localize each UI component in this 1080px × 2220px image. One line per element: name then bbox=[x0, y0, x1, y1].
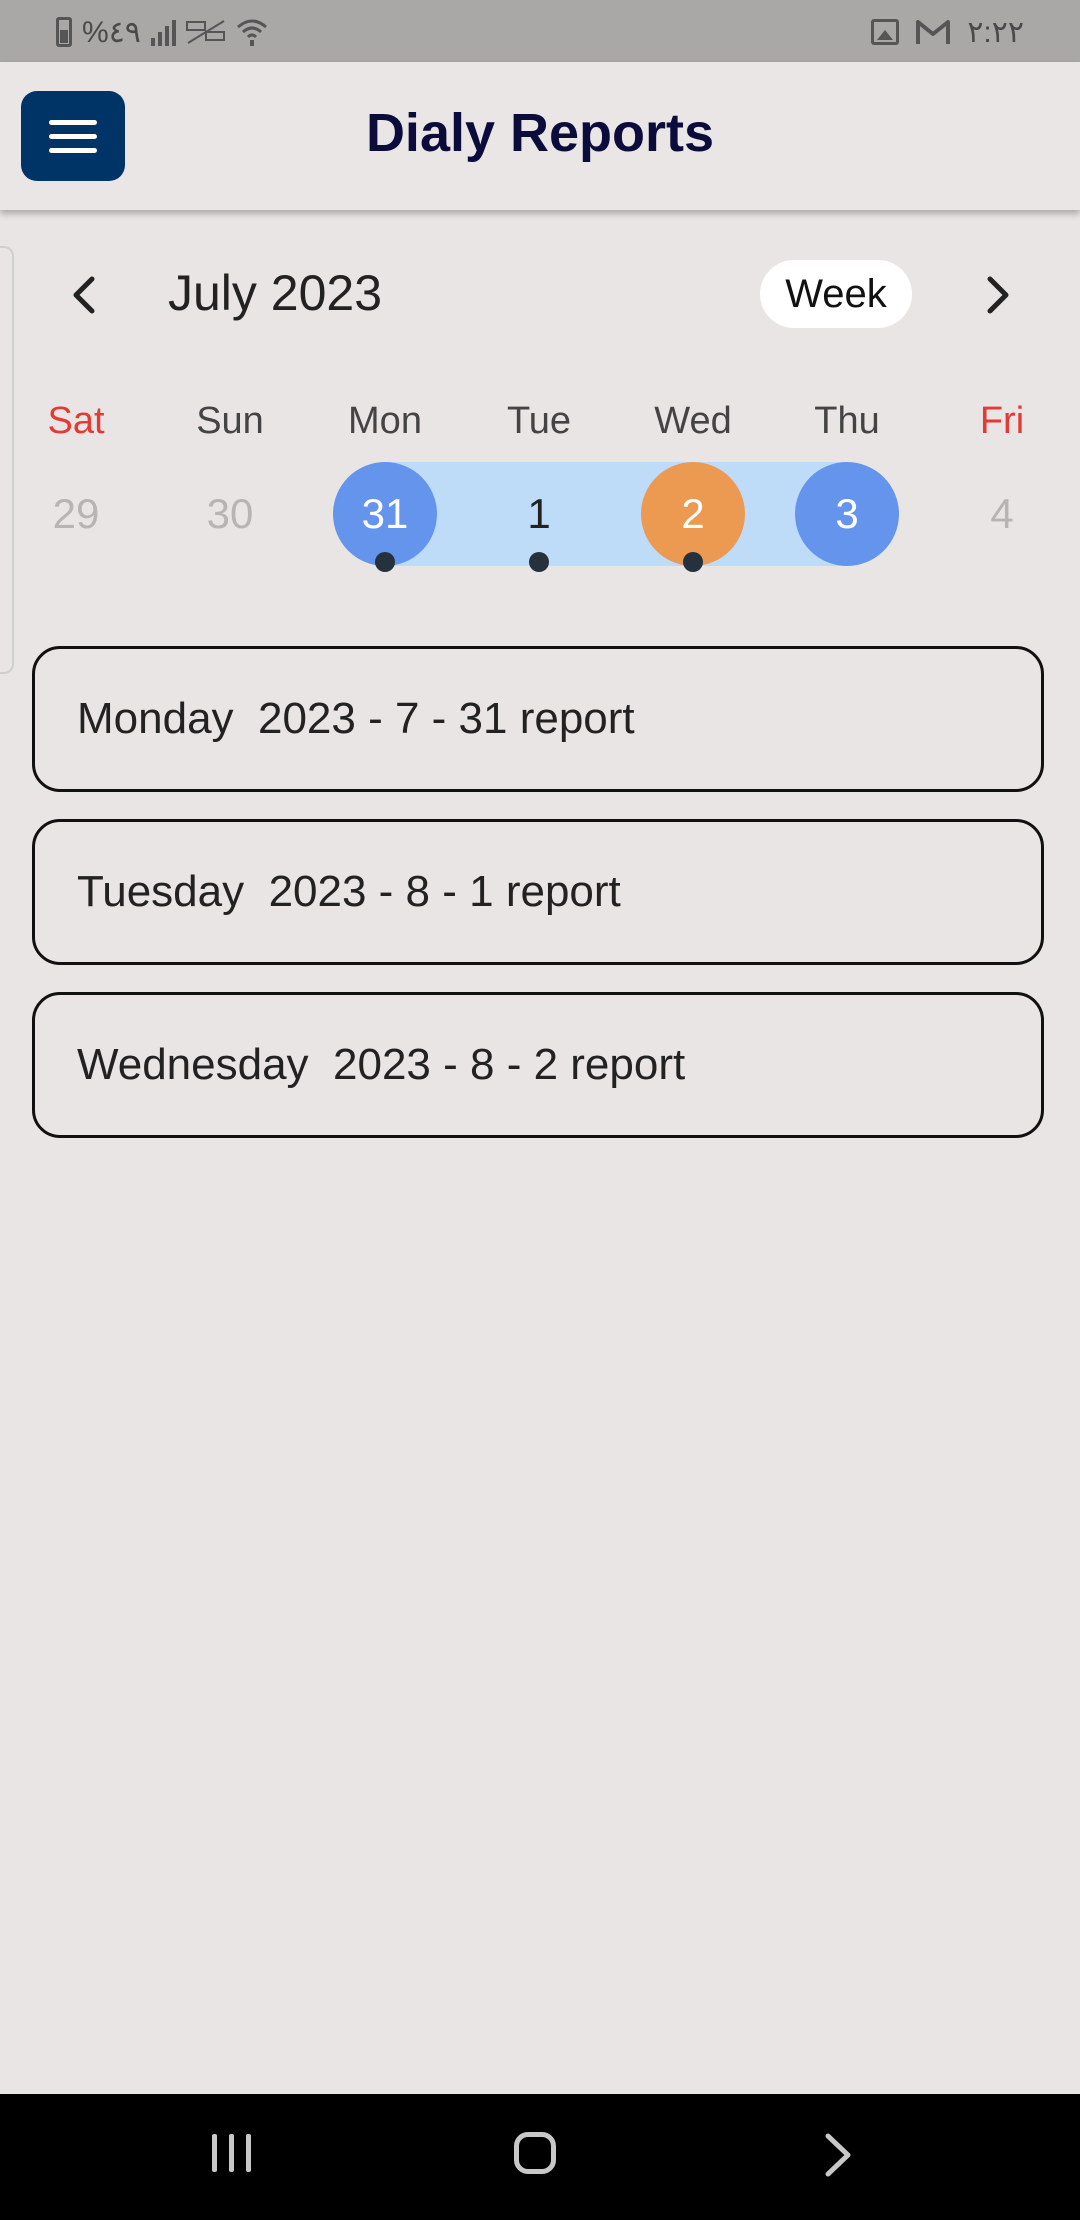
weekday-thu: Thu bbox=[814, 400, 880, 442]
signal-icon bbox=[150, 18, 176, 46]
chevron-left-icon bbox=[73, 276, 95, 314]
day-cell-range-start[interactable]: 31 bbox=[333, 462, 437, 566]
status-left: %٤٩ bbox=[56, 12, 268, 52]
weekday-row: Sat Sun Mon Tue Wed Thu Fri bbox=[0, 400, 1080, 454]
page-title: Dialy Reports bbox=[365, 103, 715, 163]
weekday-wed: Wed bbox=[654, 400, 732, 442]
weekday-sun: Sun bbox=[196, 400, 264, 442]
weekday-mon: Mon bbox=[348, 400, 422, 442]
weekday-sat: Sat bbox=[47, 400, 105, 442]
data-off-icon bbox=[185, 20, 225, 44]
weekday-tue: Tue bbox=[506, 400, 572, 442]
next-week-button[interactable] bbox=[976, 268, 1020, 322]
status-right: ٢:٢٢ bbox=[871, 12, 1024, 52]
day-cell[interactable]: 1 bbox=[487, 462, 591, 566]
wifi-icon bbox=[236, 19, 267, 46]
day-cell[interactable]: 30 bbox=[178, 462, 282, 566]
selected-range-band bbox=[385, 462, 847, 566]
status-time: ٢:٢٢ bbox=[967, 15, 1024, 49]
previous-week-button[interactable] bbox=[62, 268, 106, 322]
home-icon[interactable] bbox=[514, 2132, 556, 2174]
system-nav-bar bbox=[0, 2094, 1080, 2220]
chevron-right-icon bbox=[987, 276, 1009, 314]
app-bar: Dialy Reports bbox=[0, 62, 1080, 210]
day-cell[interactable]: 29 bbox=[24, 462, 128, 566]
day-cell[interactable]: 4 bbox=[950, 462, 1054, 566]
recent-apps-icon[interactable] bbox=[212, 2134, 251, 2172]
month-label: July 2023 bbox=[168, 265, 383, 321]
view-mode-toggle[interactable]: Week bbox=[760, 260, 912, 328]
status-bar: %٤٩ ٢:٢٢ bbox=[0, 0, 1080, 62]
event-marker bbox=[375, 552, 395, 572]
calendar-header: July 2023 Week bbox=[0, 250, 1080, 340]
gmail-icon bbox=[916, 20, 951, 44]
report-item[interactable]: Monday 2023 - 7 - 31 report bbox=[32, 646, 1044, 792]
day-cell-today[interactable]: 2 bbox=[641, 462, 745, 566]
back-icon[interactable] bbox=[820, 2130, 856, 2180]
battery-icon bbox=[56, 17, 72, 47]
report-item[interactable]: Wednesday 2023 - 8 - 2 report bbox=[32, 992, 1044, 1138]
image-icon bbox=[871, 19, 900, 45]
event-marker bbox=[683, 552, 703, 572]
event-marker bbox=[529, 552, 549, 572]
weekday-fri: Fri bbox=[979, 400, 1025, 442]
battery-percent: %٤٩ bbox=[82, 15, 141, 49]
day-cell-range-end[interactable]: 3 bbox=[795, 462, 899, 566]
report-item[interactable]: Tuesday 2023 - 8 - 1 report bbox=[32, 819, 1044, 965]
